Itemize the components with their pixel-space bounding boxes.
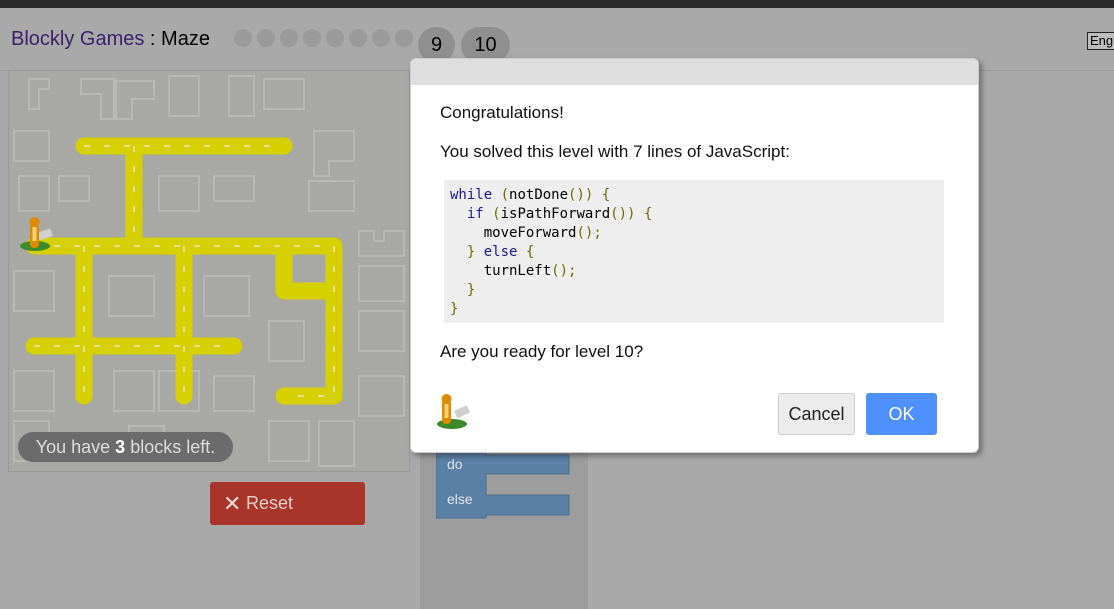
congrats-dialog: Congratulations! You solved this level w… (410, 58, 979, 453)
dialog-header-bar[interactable] (411, 59, 978, 85)
code-listing: while (notDone()) { if (isPathForward())… (444, 180, 944, 323)
page-title: Blockly Games : Maze (11, 28, 210, 51)
browser-top-strip (0, 0, 1114, 8)
code-line: if (isPathForward()) { (466, 206, 653, 222)
level-dot-2[interactable] (257, 29, 275, 47)
level-dot-6[interactable] (349, 29, 367, 47)
code-line: } (466, 282, 476, 298)
block-else-label: else (447, 491, 473, 507)
maze-canvas (8, 70, 410, 472)
dialog-solved-message: You solved this level with 7 lines of Ja… (440, 142, 790, 161)
code-line: moveForward(); (450, 225, 602, 241)
blocks-left-count: 3 (115, 437, 126, 457)
level-dot-7[interactable] (372, 29, 390, 47)
ok-button[interactable]: OK (866, 393, 937, 435)
if-else-block-shape (435, 439, 570, 519)
dialog-heading: Congratulations! (440, 103, 564, 122)
level-dot-8[interactable] (395, 29, 413, 47)
blocks-left-message: You have 3 blocks left. (18, 432, 233, 462)
level-dot-3[interactable] (280, 29, 298, 47)
maze-title: Maze (161, 28, 210, 50)
pegman-icon (20, 217, 53, 251)
language-menu[interactable]: Eng (1087, 32, 1114, 50)
pegman-icon (434, 394, 474, 437)
blockly-games-link[interactable]: Blockly Games (11, 28, 144, 50)
maze-wall-tiles (13, 75, 405, 467)
if-else-block[interactable]: do else (435, 439, 576, 535)
block-do-label: do (447, 456, 463, 472)
code-line: while (notDone()) { (450, 187, 611, 203)
maze-svg (13, 75, 405, 467)
title-separator: : (144, 28, 162, 50)
dialog-next-prompt: Are you ready for level 10? (440, 342, 644, 361)
level-dot-1[interactable] (234, 29, 252, 47)
close-icon: ✕ (223, 491, 242, 516)
cancel-button[interactable]: Cancel (778, 393, 855, 435)
code-line: turnLeft(); (450, 263, 577, 279)
level-dot-4[interactable] (303, 29, 321, 47)
code-line: } else { (466, 244, 535, 260)
code-line: } (450, 301, 459, 317)
reset-label: Reset (246, 493, 294, 513)
level-dot-5[interactable] (326, 29, 344, 47)
reset-button[interactable]: ✕ Reset (210, 482, 365, 525)
